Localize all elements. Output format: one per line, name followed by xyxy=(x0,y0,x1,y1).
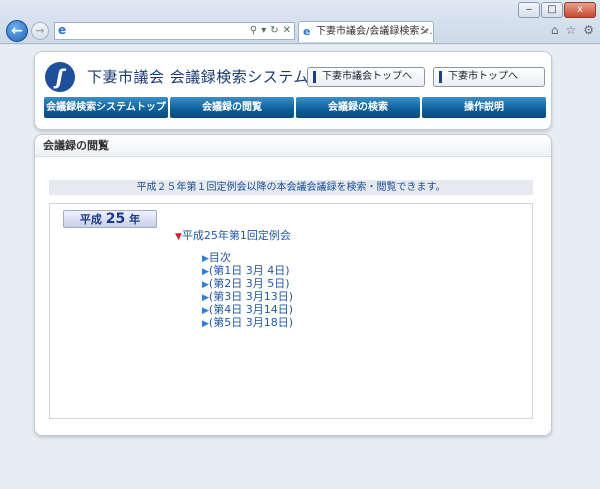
favorites-star-icon[interactable]: ☆ xyxy=(565,23,576,37)
refresh-icon[interactable]: ↻ xyxy=(270,24,278,38)
nav-system-top[interactable]: 会議録検索システムトップ xyxy=(44,97,168,118)
ie-logo-icon: e xyxy=(303,25,311,38)
site-title: 下妻市議会 会議録検索システム xyxy=(87,68,309,86)
stop-icon[interactable]: ✕ xyxy=(283,24,291,38)
arrow-right-icon: ▶ xyxy=(202,280,209,290)
arrow-right-icon: ▶ xyxy=(202,319,209,329)
tab-close-icon[interactable]: × xyxy=(421,22,429,42)
browse-panel: 会議録の閲覧 平成２５年第１回定例会以降の本会議会議録を検索・閲覧できます。 平… xyxy=(34,134,552,436)
info-message: 平成２５年第１回定例会以降の本会議会議録を検索・閲覧できます。 xyxy=(49,180,533,195)
minimize-button[interactable]: ‒ xyxy=(518,2,540,18)
nav-search[interactable]: 会議録の検索 xyxy=(296,97,420,118)
session-title: 平成25年第1回定例会 xyxy=(181,229,291,242)
window-controls: ‒ □ x xyxy=(518,2,596,18)
city-top-link[interactable]: 下妻市トップへ xyxy=(433,67,545,87)
search-icon[interactable]: ⚲ xyxy=(250,24,257,38)
main-nav: 会議録検索システムトップ 会議録の閲覧 会議録の検索 操作説明 xyxy=(44,97,546,118)
arrow-right-icon: ▶ xyxy=(202,254,209,264)
page-content: ʃ 下妻市議会 会議録検索システム 下妻市議会トップへ 下妻市トップへ 会議録検… xyxy=(0,45,600,489)
forward-arrow-icon[interactable]: → xyxy=(31,22,49,40)
arrow-right-icon: ▶ xyxy=(202,267,209,277)
site-header: ʃ 下妻市議会 会議録検索システム 下妻市議会トップへ 下妻市トップへ 会議録検… xyxy=(34,51,552,130)
triangle-down-icon: ▼ xyxy=(175,232,182,242)
nav-help[interactable]: 操作説明 xyxy=(422,97,546,118)
nav-browse[interactable]: 会議録の閲覧 xyxy=(170,97,294,118)
council-top-link[interactable]: 下妻市議会トップへ xyxy=(307,67,425,87)
minutes-list: ▶目次 ▶(第1日 3月 4日) ▶(第2日 3月 5日) ▶(第3日 3月13… xyxy=(202,252,293,330)
browser-toolbar-icons: ⌂ ☆ ⚙ xyxy=(551,23,594,37)
year-prefix: 平成 xyxy=(79,213,102,226)
browser-chrome: ‒ □ x ← → e ⚲ ▾ ↻ ✕ e 下妻市議会/会議録検索シ... × … xyxy=(0,0,600,44)
arrow-right-icon: ▶ xyxy=(202,306,209,316)
city-logo-icon[interactable]: ʃ xyxy=(45,62,75,92)
browser-tab[interactable]: e 下妻市議会/会議録検索シ... × xyxy=(298,21,434,42)
dropdown-icon[interactable]: ▾ xyxy=(261,24,266,38)
content-box: 平成 25 年 ▼平成25年第1回定例会 ▶目次 ▶(第1日 3月 4日) ▶(… xyxy=(49,203,533,419)
section-title: 会議録の閲覧 xyxy=(35,135,551,157)
list-item[interactable]: ▶(第5日 3月18日) xyxy=(202,317,293,330)
maximize-button[interactable]: □ xyxy=(541,2,563,18)
year-suffix: 年 xyxy=(129,213,141,226)
year-tab[interactable]: 平成 25 年 xyxy=(63,210,157,228)
address-tools: ⚲ ▾ ↻ ✕ xyxy=(250,24,291,38)
close-window-button[interactable]: x xyxy=(564,2,596,18)
settings-gear-icon[interactable]: ⚙ xyxy=(583,23,594,37)
home-icon[interactable]: ⌂ xyxy=(551,23,559,37)
session-heading[interactable]: ▼平成25年第1回定例会 xyxy=(175,227,291,243)
ie-logo-icon: e xyxy=(58,23,67,37)
address-bar[interactable]: e ⚲ ▾ ↻ ✕ xyxy=(54,22,295,40)
tab-title: 下妻市議会/会議録検索シ... xyxy=(316,26,434,37)
year-number: 25 xyxy=(105,211,126,227)
back-arrow-icon[interactable]: ← xyxy=(6,20,28,42)
arrow-right-icon: ▶ xyxy=(202,293,209,303)
